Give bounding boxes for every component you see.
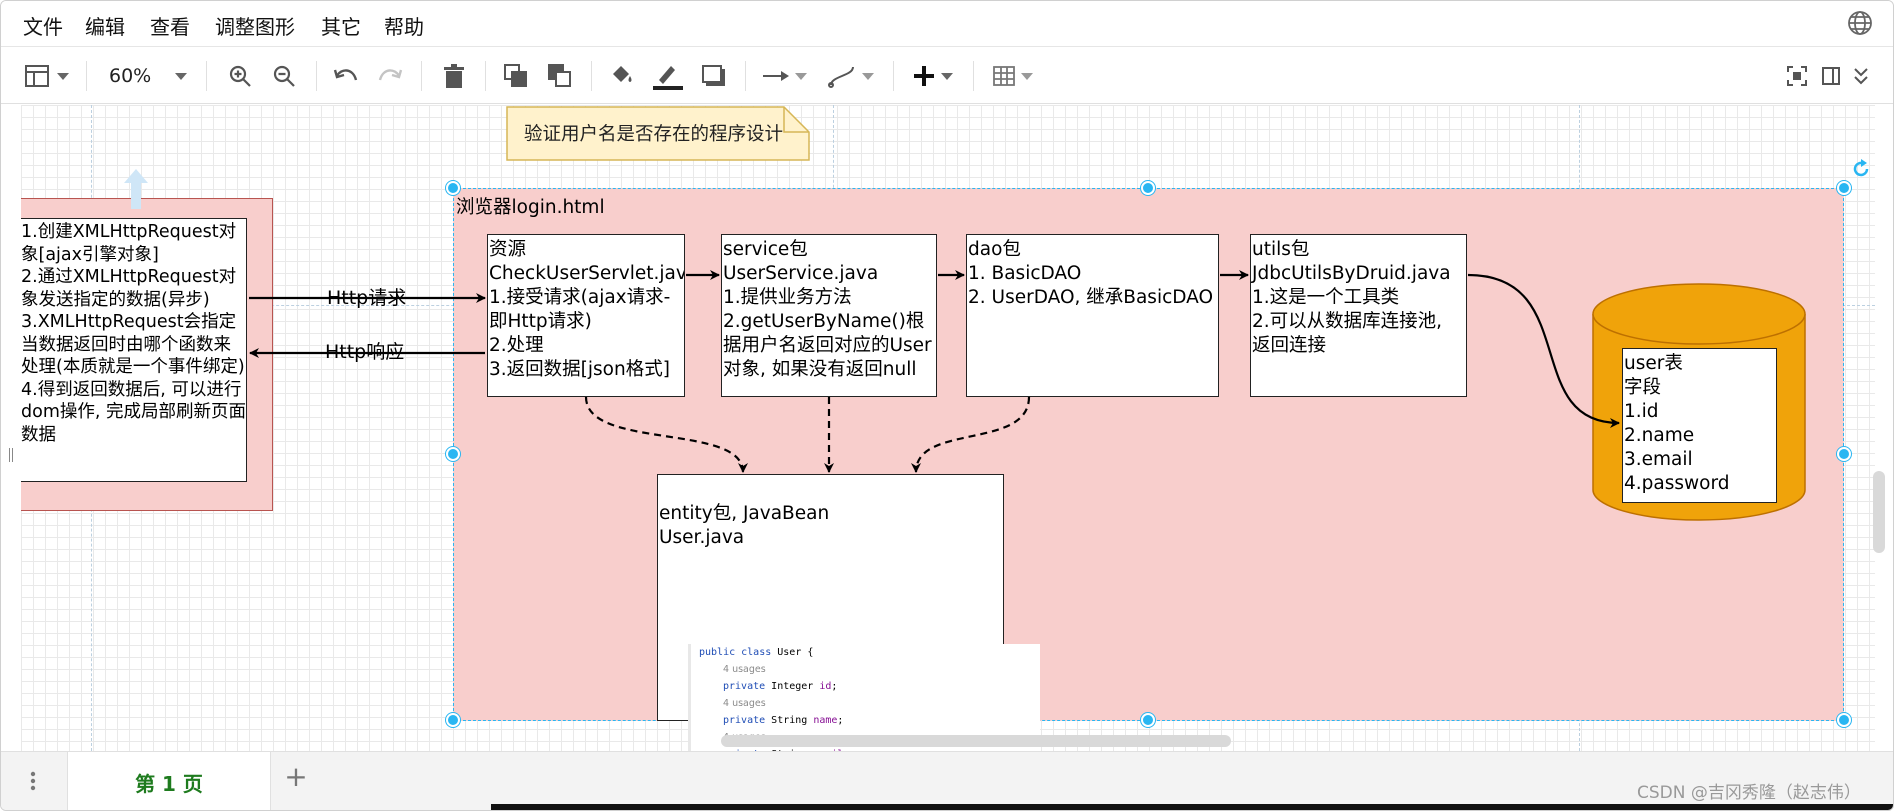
table-icon	[993, 66, 1015, 86]
delete-button[interactable]	[439, 60, 469, 92]
menu-edit[interactable]: 编辑	[85, 11, 125, 40]
zoom-value: 60%	[109, 65, 152, 87]
undo-icon	[333, 66, 359, 86]
format-panel-button[interactable]	[21, 60, 73, 92]
to-front-icon	[504, 64, 528, 88]
resize-handle[interactable]	[446, 447, 460, 461]
format-toggle-icon	[1822, 67, 1840, 85]
connection-style-button[interactable]	[761, 60, 809, 92]
zoom-in-button[interactable]	[225, 60, 255, 92]
footer-bottom-bar	[491, 804, 1893, 810]
watermark: CSDN @吉冈秀隆（赵志伟）	[1637, 783, 1861, 803]
page-tabs-bar: 第 1 页 + CSDN @吉冈秀隆（赵志伟）	[1, 751, 1893, 810]
zoom-in-icon	[228, 64, 252, 88]
menu-arrange[interactable]: 调整图形	[215, 11, 295, 40]
undo-button[interactable]	[331, 60, 361, 92]
rotate-icon[interactable]	[1851, 159, 1871, 183]
menu-extras[interactable]: 其它	[321, 11, 361, 40]
dao-to-entity-arrow	[911, 396, 1031, 473]
chevron-down-icon	[862, 72, 874, 80]
resize-handle[interactable]	[1141, 713, 1155, 727]
more-vertical-icon	[30, 771, 36, 795]
chevron-down-icon	[941, 72, 953, 80]
resize-handle[interactable]	[1837, 181, 1851, 195]
menu-help[interactable]: 帮助	[384, 11, 424, 40]
app-window: 文件 编辑 查看 调整图形 其它 帮助 60% 1.创建XMLHttpReque…	[0, 0, 1894, 811]
waypoints-icon	[828, 64, 856, 88]
resize-handle[interactable]	[1837, 447, 1851, 461]
resize-handle[interactable]	[446, 181, 460, 195]
page-tab-1[interactable]: 第 1 页	[67, 752, 271, 810]
http-response-label[interactable]: Http响应	[325, 341, 404, 363]
connectors-layer	[249, 270, 1620, 473]
to-back-icon	[548, 64, 572, 88]
fullscreen-button[interactable]	[1785, 60, 1809, 92]
diagram-canvas[interactable]: 1.创建XMLHttpRequest对象[ajax引擎对象] 2.通过XMLHt…	[21, 105, 1875, 751]
horizontal-scrollbar[interactable]	[721, 735, 1231, 747]
collapse-button[interactable]	[1849, 60, 1873, 92]
toolbar: 60%	[1, 48, 1893, 104]
chevron-down-icon	[795, 72, 807, 80]
to-front-button[interactable]	[501, 60, 531, 92]
line-color-button[interactable]	[651, 60, 685, 92]
line-color-icon	[653, 62, 683, 90]
redo-button[interactable]	[375, 60, 405, 92]
format-toggle-button[interactable]	[1819, 60, 1843, 92]
zoom-select[interactable]: 60%	[101, 60, 191, 92]
waypoints-button[interactable]	[827, 60, 875, 92]
collapse-icon	[1853, 67, 1869, 85]
http-request-label[interactable]: Http请求	[327, 287, 406, 309]
menu-view[interactable]: 查看	[150, 11, 190, 40]
add-page-button[interactable]: +	[281, 762, 311, 792]
resize-handle[interactable]	[1141, 181, 1155, 195]
resize-handle[interactable]	[446, 713, 460, 727]
menu-bar: 文件 编辑 查看 调整图形 其它 帮助	[1, 1, 1893, 47]
fullscreen-icon	[1787, 66, 1807, 86]
fill-color-icon	[609, 64, 635, 88]
zoom-out-button[interactable]	[269, 60, 299, 92]
servlet-to-entity-arrow	[584, 396, 748, 473]
table-button[interactable]	[989, 60, 1037, 92]
utils-to-db-arrow	[1467, 273, 1620, 428]
menu-file[interactable]: 文件	[23, 11, 63, 40]
insert-icon	[913, 65, 935, 87]
shadow-button[interactable]	[699, 60, 729, 92]
fill-color-button[interactable]	[607, 60, 637, 92]
insert-button[interactable]	[909, 60, 957, 92]
to-back-button[interactable]	[545, 60, 575, 92]
chevron-down-icon	[175, 72, 188, 80]
pages-menu-button[interactable]	[1, 752, 65, 810]
redo-icon	[377, 66, 403, 86]
sidebar-resize-handle[interactable]	[9, 448, 13, 462]
zoom-out-icon	[272, 64, 296, 88]
format-panel-icon	[25, 65, 49, 87]
resize-handle[interactable]	[1837, 713, 1851, 727]
globe-icon[interactable]	[1847, 10, 1873, 40]
shadow-icon	[702, 65, 726, 87]
delete-icon	[444, 64, 464, 88]
connection-icon	[763, 70, 789, 82]
chevron-down-icon	[57, 72, 69, 80]
vertical-scrollbar[interactable]	[1873, 471, 1885, 553]
chevron-down-icon	[1021, 72, 1033, 80]
move-hint-icon	[124, 169, 148, 209]
